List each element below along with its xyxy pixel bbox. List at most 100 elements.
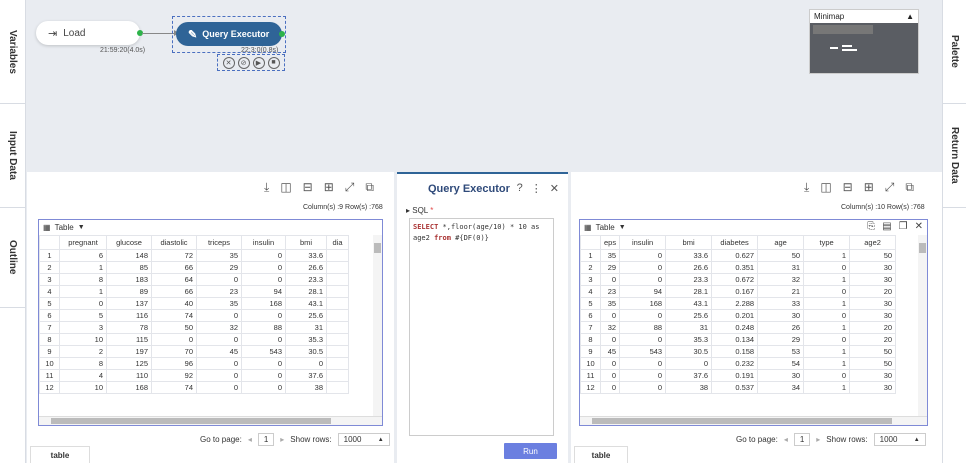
table-row[interactable]: 9 45 543 30.5 0.158 53 1 50 — [580, 345, 897, 358]
table-row[interactable]: 3 8 183 64 0 0 23.3 — [39, 273, 349, 286]
grid-icon[interactable]: ⊞ — [324, 180, 334, 195]
chevron-up-icon[interactable]: ▲ — [906, 12, 914, 21]
table-row[interactable]: 6 0 0 25.6 0.201 30 0 30 — [580, 309, 897, 322]
output-port[interactable] — [279, 31, 285, 37]
minimap[interactable]: Minimap ▲ — [809, 9, 919, 74]
download-icon[interactable]: ⤓ — [264, 180, 269, 195]
column-header[interactable]: eps — [599, 235, 621, 250]
columns-icon[interactable]: ◫ — [820, 180, 831, 195]
table-tab[interactable]: table — [30, 446, 90, 463]
chevron-down-icon[interactable]: ▼ — [619, 224, 626, 231]
table-cell: 0.351 — [711, 261, 759, 274]
rows-icon[interactable]: ⊟ — [843, 180, 853, 195]
tab-outline[interactable]: Outline — [0, 208, 25, 308]
horizontal-scrollbar[interactable] — [580, 416, 927, 425]
vertical-scrollbar[interactable] — [373, 235, 382, 416]
table-row[interactable]: 1 6 148 72 35 0 33.6 — [39, 249, 349, 262]
table-row[interactable]: 5 35 168 43.1 2.288 33 1 30 — [580, 297, 897, 310]
help-icon[interactable]: ? — [517, 182, 523, 195]
table-row[interactable]: 4 1 89 66 23 94 28.1 — [39, 285, 349, 298]
rows-icon[interactable]: ⊟ — [303, 180, 313, 195]
table-row[interactable]: 3 0 0 23.3 0.672 32 1 30 — [580, 273, 897, 286]
table-cell: 53 — [757, 345, 805, 358]
table-row[interactable]: 6 5 116 74 0 0 25.6 — [39, 309, 349, 322]
table-row[interactable]: 12 0 0 38 0.537 34 1 30 — [580, 381, 897, 394]
workflow-canvas[interactable]: ⇥ Load 21:59:20(4.0s) ✎ Query Executor 2… — [27, 0, 941, 172]
column-header[interactable]: type — [803, 235, 851, 250]
tab-input-data[interactable]: Input Data — [0, 104, 25, 208]
sql-editor[interactable]: SELECT *,floor(age/10) * 10 as age2 from… — [409, 218, 554, 436]
table-row[interactable]: 11 0 0 37.6 0.191 30 0 30 — [580, 369, 897, 382]
table-row[interactable]: 12 10 168 74 0 0 38 — [39, 381, 349, 394]
grid-icon[interactable]: ⊞ — [864, 180, 874, 195]
column-header[interactable]: insulin — [619, 235, 667, 250]
close-icon[interactable]: ✕ — [915, 221, 923, 232]
table-row[interactable]: 11 4 110 92 0 0 37.6 — [39, 369, 349, 382]
table-row[interactable]: 10 0 0 0 0.232 54 1 50 — [580, 357, 897, 370]
table-tab[interactable]: table — [574, 446, 628, 463]
column-header[interactable]: insulin — [241, 235, 286, 250]
rows-per-page-select[interactable]: 1000 ▲ — [337, 433, 390, 446]
expand-icon[interactable]: ⤢ — [345, 180, 355, 195]
table-row[interactable]: 7 32 88 31 0.248 26 1 20 — [580, 321, 897, 334]
table-row[interactable]: 8 0 0 35.3 0.134 29 0 20 — [580, 333, 897, 346]
column-header[interactable]: age — [757, 235, 805, 250]
prev-icon[interactable]: ◂ — [248, 435, 252, 444]
table-row[interactable]: 8 10 115 0 0 0 35.3 — [39, 333, 349, 346]
table-cell: 0 — [196, 369, 242, 382]
table-cell: 88 — [241, 321, 286, 334]
column-header[interactable]: diabetes — [711, 235, 759, 250]
close-icon[interactable]: ✕ — [550, 182, 559, 195]
table-cell: 0 — [196, 333, 242, 346]
sql-label[interactable]: ▸ SQL * — [406, 206, 433, 215]
table-row[interactable]: 2 29 0 26.6 0.351 31 0 30 — [580, 261, 897, 274]
disable-icon[interactable]: ⊘ — [237, 56, 250, 69]
vertical-scrollbar[interactable] — [918, 235, 927, 416]
column-header[interactable]: triceps — [196, 235, 242, 250]
play-icon[interactable]: ▶ — [252, 56, 265, 69]
table-row[interactable]: 1 35 0 33.6 0.627 50 1 50 — [580, 249, 897, 262]
export-icon[interactable]: ⎘ — [867, 221, 875, 232]
table-row[interactable]: 2 1 85 66 29 0 26.6 — [39, 261, 349, 274]
popout-icon[interactable]: ⧉ — [905, 180, 914, 195]
column-header[interactable]: age2 — [849, 235, 897, 250]
expand-icon[interactable]: ⤢ — [885, 180, 895, 195]
tab-palette[interactable]: Palette — [943, 0, 966, 104]
page-input[interactable]: 1 — [257, 433, 275, 446]
table-row[interactable]: 5 0 137 40 35 168 43.1 — [39, 297, 349, 310]
next-icon[interactable]: ▸ — [280, 435, 284, 444]
page-input[interactable]: 1 — [793, 433, 811, 446]
download-icon[interactable]: ⤓ — [804, 180, 809, 195]
stop-icon[interactable]: ■ — [267, 56, 280, 69]
column-header[interactable]: bmi — [665, 235, 713, 250]
table-row[interactable]: 10 8 125 96 0 0 0 — [39, 357, 349, 370]
run-button[interactable]: Run — [504, 443, 557, 459]
chevron-down-icon[interactable]: ▼ — [78, 224, 85, 231]
rows-per-page-select[interactable]: 1000 ▲ — [873, 433, 926, 446]
load-node[interactable]: ⇥ Load — [36, 21, 140, 45]
table-cell: 45 — [599, 345, 621, 358]
popout-icon[interactable]: ⧉ — [365, 180, 374, 195]
tab-return-data[interactable]: Return Data — [943, 104, 966, 208]
more-icon[interactable]: ⋮ — [531, 182, 542, 195]
table-row[interactable]: 9 2 197 70 45 543 30.5 — [39, 345, 349, 358]
prev-icon[interactable]: ◂ — [784, 435, 788, 444]
copy-icon[interactable]: ❐ — [899, 221, 908, 232]
table-cell: 0 — [241, 261, 286, 274]
sheet-icon[interactable]: ▤ — [882, 221, 891, 232]
column-header[interactable]: bmi — [285, 235, 327, 250]
next-icon[interactable]: ▸ — [816, 435, 820, 444]
table-row[interactable]: 4 23 94 28.1 0.167 21 0 20 — [580, 285, 897, 298]
table-cell: 64 — [151, 273, 197, 286]
column-header[interactable]: glucose — [106, 235, 152, 250]
table-cell: 94 — [241, 285, 286, 298]
close-icon[interactable]: ✕ — [222, 56, 235, 69]
horizontal-scrollbar[interactable] — [39, 416, 382, 425]
table-row[interactable]: 7 3 78 50 32 88 31 — [39, 321, 349, 334]
columns-icon[interactable]: ◫ — [280, 180, 291, 195]
tab-variables[interactable]: Variables — [0, 0, 25, 104]
column-header[interactable]: dia — [326, 235, 349, 250]
column-header[interactable]: diastolic — [151, 235, 197, 250]
column-header[interactable]: pregnant — [59, 235, 107, 250]
query-executor-node[interactable]: ✎ Query Executor — [176, 22, 282, 46]
